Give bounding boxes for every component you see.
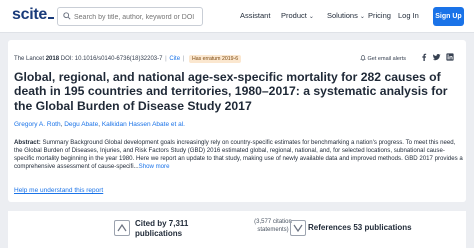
- author-link[interactable]: Degu Abate: [64, 121, 98, 128]
- scite-logo[interactable]: scite: [12, 6, 54, 24]
- cited-by-count[interactable]: Cited by 7,311 publications: [135, 219, 188, 238]
- et-al-link[interactable]: et al.: [171, 121, 185, 128]
- erratum-badge[interactable]: Has erratum 2019-6: [188, 55, 242, 63]
- nav-solutions[interactable]: Solutions ⌄: [327, 11, 365, 20]
- top-navigation-bar: scite Assistant Product⌄ Solutions⌄ Pric…: [0, 0, 474, 33]
- signup-button[interactable]: Sign Up: [433, 7, 464, 26]
- author-link[interactable]: Gregory A. Roth: [14, 121, 61, 128]
- author-link[interactable]: Kalkidan Hassen Abate: [102, 121, 169, 128]
- nav-assistant[interactable]: Assistant: [240, 11, 270, 20]
- help-understand-link[interactable]: Help me understand this report: [14, 187, 103, 194]
- show-more-link[interactable]: Show more: [139, 163, 170, 170]
- bell-icon: [360, 55, 366, 61]
- cite-link[interactable]: Cite: [169, 56, 180, 62]
- publication-year: 2018: [45, 56, 60, 62]
- facebook-icon[interactable]: [420, 53, 428, 63]
- abstract-label: Abstract:: [14, 139, 41, 146]
- linkedin-icon[interactable]: [446, 53, 454, 63]
- references-icon: [290, 220, 306, 236]
- chevron-down-icon: ⌄: [359, 14, 365, 20]
- author-list: Gregory A. Roth, Degu Abate, Kalkidan Ha…: [14, 121, 185, 128]
- cited-by-icon: [114, 220, 130, 236]
- search-box[interactable]: [57, 7, 203, 26]
- search-input[interactable]: [74, 10, 200, 24]
- cited-by-line2: publications: [135, 228, 183, 238]
- nav-product[interactable]: Product ⌄: [281, 11, 314, 20]
- login-link[interactable]: Log In: [398, 11, 419, 20]
- search-icon: [63, 12, 71, 20]
- logo-text: scite: [12, 6, 47, 23]
- paper-meta: The Lancet 2018 DOI: 10.1016/s0140-6736(…: [14, 55, 242, 63]
- doi[interactable]: DOI: 10.1016/s0140-6736(18)32203-7: [61, 56, 163, 62]
- journal-name: The Lancet: [14, 56, 45, 62]
- abstract: Abstract: Summary Background Global deve…: [14, 139, 464, 171]
- nav-pricing[interactable]: Pricing: [368, 11, 391, 20]
- email-alerts-link[interactable]: Get email alerts: [360, 55, 406, 62]
- abstract-text: Summary Background Global development go…: [14, 139, 463, 171]
- chevron-down-icon: ⌄: [308, 14, 314, 20]
- paper-title: Global, regional, and national age-sex-s…: [14, 70, 448, 113]
- references-count[interactable]: References 53 publications: [308, 223, 412, 233]
- twitter-icon[interactable]: [432, 53, 441, 63]
- cited-by-line1: Cited by 7,311: [135, 219, 189, 228]
